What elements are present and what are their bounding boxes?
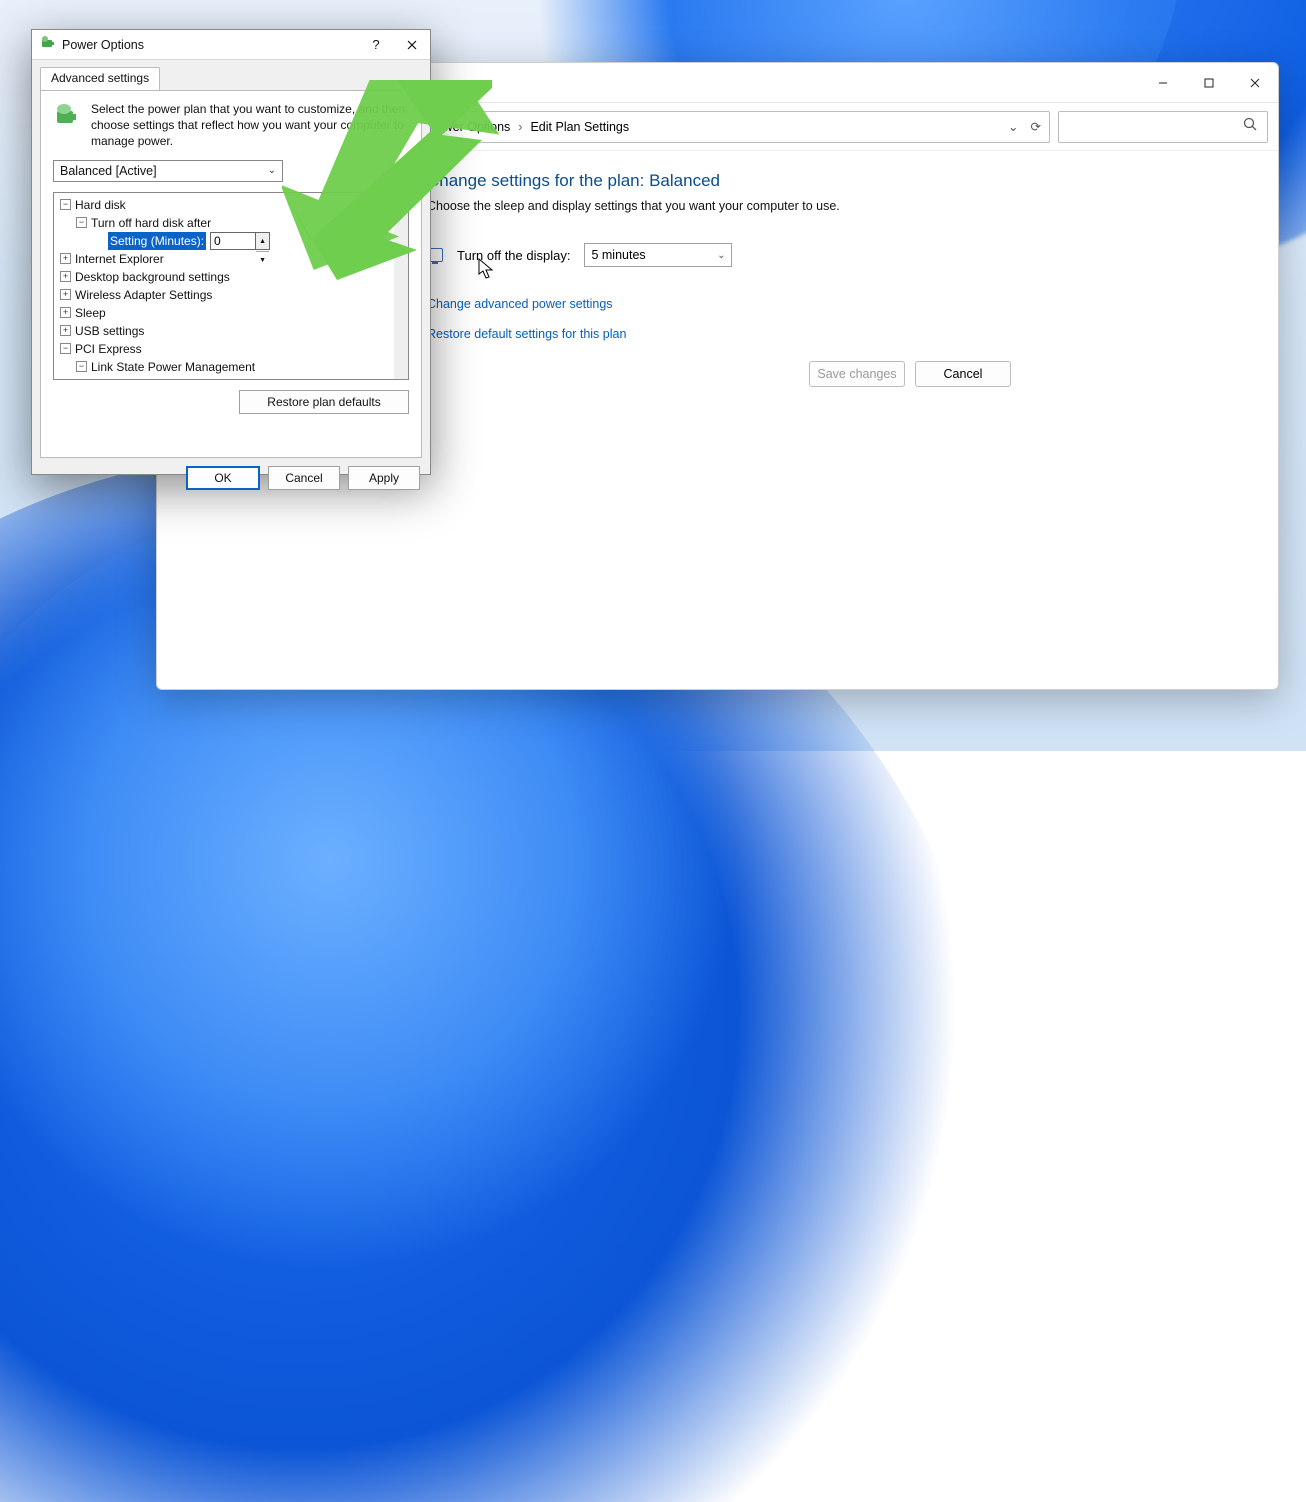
search-icon: [1243, 117, 1257, 136]
battery-icon: [40, 35, 56, 54]
apply-button[interactable]: Apply: [348, 466, 420, 490]
minimize-button[interactable]: [1140, 63, 1186, 103]
tab-advanced-settings[interactable]: Advanced settings: [40, 67, 160, 91]
tree-item-pci-express[interactable]: −PCI Express: [56, 340, 392, 358]
tree-item-sleep[interactable]: +Sleep: [56, 304, 392, 322]
tree-item-usb-settings[interactable]: +USB settings: [56, 322, 392, 340]
select-value: 5 minutes: [591, 248, 645, 262]
refresh-icon[interactable]: ⟳: [1031, 119, 1041, 134]
maximize-button[interactable]: [1186, 63, 1232, 103]
select-value: Balanced [Active]: [60, 164, 157, 178]
tree-item-wireless-adapter[interactable]: +Wireless Adapter Settings: [56, 286, 392, 304]
pci-setting-label: Setting:: [108, 376, 149, 379]
power-icon: [53, 101, 81, 129]
expand-icon[interactable]: +: [60, 325, 71, 336]
tree-scrollbar[interactable]: [394, 193, 408, 379]
help-button[interactable]: ?: [358, 30, 394, 60]
pci-setting-value[interactable]: Off: [152, 376, 168, 379]
dialog-title: Power Options: [62, 38, 358, 52]
cancel-button[interactable]: Cancel: [268, 466, 340, 490]
search-box[interactable]: [1058, 111, 1268, 143]
tree-item-turn-off-hard-disk[interactable]: −Turn off hard disk after: [56, 214, 392, 232]
close-button[interactable]: [1232, 63, 1278, 103]
ok-button[interactable]: OK: [186, 466, 260, 490]
turn-off-display-select[interactable]: 5 minutes ⌄: [584, 243, 732, 267]
chevron-right-icon: ›: [518, 120, 522, 134]
tree-item-internet-explorer[interactable]: +Internet Explorer: [56, 250, 392, 268]
page-subtitle: Choose the sleep and display settings th…: [427, 199, 1278, 213]
breadcrumb-item[interactable]: Power Options: [428, 120, 510, 134]
chevron-down-icon: ⌄: [717, 250, 725, 261]
dialog-description: Select the power plan that you want to c…: [91, 101, 409, 150]
power-options-dialog: Power Options ? Advanced settings Select…: [31, 29, 431, 475]
setting-minutes-spinner[interactable]: ▲▼: [210, 232, 270, 250]
change-advanced-link[interactable]: Change advanced power settings: [427, 297, 1278, 311]
collapse-icon[interactable]: −: [60, 199, 71, 210]
save-changes-button[interactable]: Save changes: [809, 361, 905, 387]
page-title: Change settings for the plan: Balanced: [427, 171, 1278, 191]
setting-minutes-input[interactable]: [211, 233, 255, 249]
restore-plan-defaults-button[interactable]: Restore plan defaults: [239, 390, 409, 414]
chevron-down-icon: ⌄: [268, 165, 276, 176]
collapse-icon[interactable]: −: [60, 343, 71, 354]
tree-item-hard-disk[interactable]: −Hard disk: [56, 196, 392, 214]
tree-item-pci-setting[interactable]: Setting: Off: [56, 376, 392, 379]
setting-minutes-label: Setting (Minutes):: [108, 232, 206, 250]
tree-item-desktop-background[interactable]: +Desktop background settings: [56, 268, 392, 286]
settings-tree: −Hard disk −Turn off hard disk after Set…: [53, 192, 409, 380]
power-plan-select[interactable]: Balanced [Active] ⌄: [53, 160, 283, 182]
breadcrumb-item[interactable]: Edit Plan Settings: [530, 120, 629, 134]
expand-icon[interactable]: +: [60, 271, 71, 282]
expand-icon[interactable]: +: [60, 253, 71, 264]
spinner-up-icon[interactable]: ▲: [256, 233, 269, 252]
tree-item-setting-minutes[interactable]: Setting (Minutes): ▲▼: [56, 232, 392, 250]
chevron-down-icon[interactable]: ⌄: [1008, 119, 1018, 134]
collapse-icon[interactable]: −: [76, 217, 87, 228]
restore-defaults-link[interactable]: Restore default settings for this plan: [427, 327, 1278, 341]
expand-icon[interactable]: +: [60, 289, 71, 300]
tree-item-link-state[interactable]: −Link State Power Management: [56, 358, 392, 376]
expand-icon[interactable]: +: [60, 307, 71, 318]
spinner-down-icon[interactable]: ▼: [256, 252, 269, 270]
cancel-button[interactable]: Cancel: [915, 361, 1011, 387]
turn-off-display-label: Turn off the display:: [457, 248, 570, 263]
collapse-icon[interactable]: −: [76, 361, 87, 372]
dialog-titlebar[interactable]: Power Options ?: [32, 30, 430, 60]
close-button[interactable]: [394, 30, 430, 60]
